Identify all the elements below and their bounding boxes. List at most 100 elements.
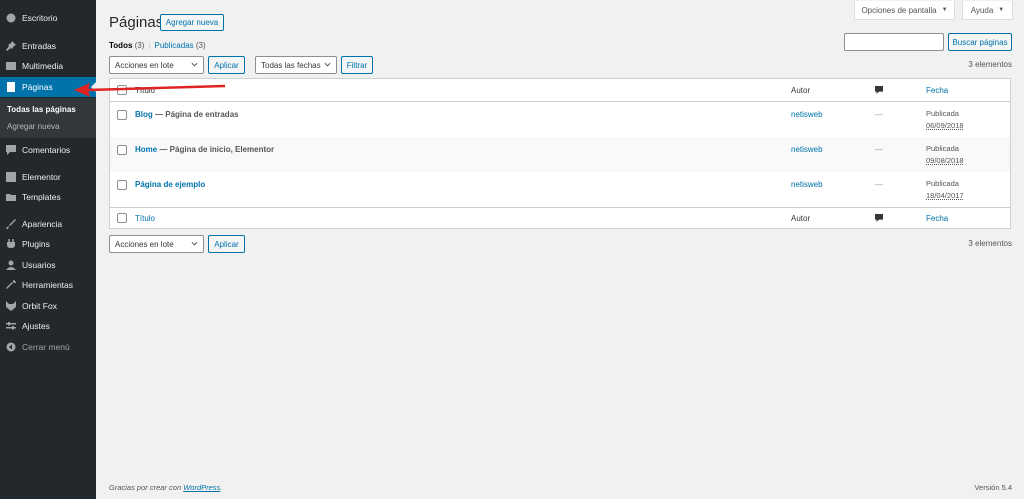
menu-multimedia[interactable]: Multimedia bbox=[0, 56, 96, 76]
row-comments: — bbox=[875, 110, 883, 119]
chevron-down-icon bbox=[191, 62, 198, 67]
search-input[interactable] bbox=[844, 33, 944, 51]
menu-label: Entradas bbox=[22, 41, 57, 51]
column-title-footer[interactable]: Título bbox=[135, 214, 155, 223]
row-date: 09/08/2018 bbox=[926, 156, 964, 165]
help-label: Ayuda bbox=[970, 5, 994, 15]
filter-all-count: (3) bbox=[134, 41, 145, 50]
collapse-icon bbox=[6, 342, 16, 352]
bulk-actions-value: Acciones en lote bbox=[115, 239, 174, 249]
caret-down-icon: ▼ bbox=[941, 7, 948, 13]
user-icon bbox=[6, 260, 16, 270]
menu-label: Ajustes bbox=[22, 321, 50, 331]
apply-button-top[interactable]: Aplicar bbox=[208, 56, 245, 74]
dashboard-icon bbox=[6, 13, 16, 23]
filter-button[interactable]: Filtrar bbox=[341, 56, 373, 74]
menu-apariencia[interactable]: Apariencia bbox=[0, 214, 96, 234]
filter-separator: | bbox=[148, 41, 151, 50]
menu-templates[interactable]: Templates bbox=[0, 187, 96, 207]
main-content: Opciones de pantalla ▼ Ayuda ▼ Páginas Agr… bbox=[96, 0, 1024, 499]
row-checkbox[interactable] bbox=[117, 110, 127, 120]
apply-button-bottom[interactable]: Aplicar bbox=[208, 235, 245, 253]
filter-published[interactable]: Publicadas (3) bbox=[155, 41, 206, 50]
row-checkbox[interactable] bbox=[117, 180, 127, 190]
search-pages-button[interactable]: Buscar páginas bbox=[948, 33, 1012, 51]
row-author-link[interactable]: netisweb bbox=[791, 145, 823, 154]
table-row: Home — Página de inicio, Elementor netis… bbox=[110, 137, 1010, 172]
row-author-link[interactable]: netisweb bbox=[791, 180, 823, 189]
menu-entradas[interactable]: Entradas bbox=[0, 36, 96, 56]
row-title-link[interactable]: Blog bbox=[135, 110, 153, 119]
brush-icon bbox=[6, 219, 16, 229]
menu-ajustes[interactable]: Ajustes bbox=[0, 316, 96, 336]
items-count-bottom: 3 elementos bbox=[968, 239, 1012, 248]
help-button[interactable]: Ayuda ▼ bbox=[962, 1, 1013, 20]
filter-all[interactable]: Todos (3) bbox=[109, 41, 144, 50]
menu-escritorio[interactable]: Escritorio bbox=[0, 8, 96, 28]
items-count-top: 3 elementos bbox=[968, 60, 1012, 69]
admin-sidebar: Escritorio Entradas Multimedia Páginas T… bbox=[0, 0, 96, 499]
menu-label: Orbit Fox bbox=[22, 301, 57, 311]
footer-thanks-text: Gracias por crear con bbox=[109, 483, 184, 492]
row-date: 06/09/2018 bbox=[926, 121, 964, 130]
table-row: Página de ejemplo netisweb — Publicada 1… bbox=[110, 172, 1010, 207]
row-title: Blog — Página de entradas bbox=[135, 110, 239, 119]
filter-all-label: Todos bbox=[109, 41, 133, 50]
menu-plugins[interactable]: Plugins bbox=[0, 234, 96, 254]
fox-icon bbox=[6, 301, 16, 311]
submenu-todas-las-paginas[interactable]: Todas las páginas bbox=[7, 105, 76, 114]
row-status: Publicada bbox=[926, 179, 959, 188]
menu-label: Usuarios bbox=[22, 260, 56, 270]
row-comments: — bbox=[875, 145, 883, 154]
paginas-submenu: Todas las páginas Agregar nueva bbox=[0, 98, 96, 138]
add-new-button[interactable]: Agregar nueva bbox=[160, 14, 224, 31]
menu-comentarios[interactable]: Comentarios bbox=[0, 140, 96, 160]
annotation-arrow bbox=[74, 83, 226, 97]
row-title-link[interactable]: Página de ejemplo bbox=[135, 180, 205, 189]
menu-elementor[interactable]: Elementor bbox=[0, 167, 96, 187]
column-date-footer[interactable]: Fecha bbox=[926, 214, 948, 223]
row-author-link[interactable]: netisweb bbox=[791, 110, 823, 119]
column-date[interactable]: Fecha bbox=[926, 86, 948, 95]
wordpress-link[interactable]: WordPress bbox=[183, 483, 220, 492]
row-title-state: — Página de inicio, Elementor bbox=[157, 145, 275, 154]
menu-label: Herramientas bbox=[22, 280, 74, 290]
menu-cerrar[interactable]: Cerrar menú bbox=[0, 337, 96, 357]
dates-select[interactable]: Todas las fechas bbox=[255, 56, 337, 74]
menu-label: Apariencia bbox=[22, 219, 63, 229]
menu-label: Comentarios bbox=[22, 145, 71, 155]
column-author-footer: Autor bbox=[791, 214, 811, 223]
submenu-agregar-nueva[interactable]: Agregar nueva bbox=[7, 122, 59, 131]
menu-usuarios[interactable]: Usuarios bbox=[0, 255, 96, 275]
row-comments: — bbox=[875, 180, 883, 189]
page-icon bbox=[6, 82, 16, 92]
plugin-icon bbox=[6, 239, 16, 249]
select-all-checkbox-footer[interactable] bbox=[117, 213, 127, 223]
status-filter-links: Todos (3) | Publicadas (3) bbox=[109, 41, 206, 50]
dates-value: Todas las fechas bbox=[261, 60, 321, 70]
menu-label: Elementor bbox=[22, 172, 61, 182]
table-row: Blog — Página de entradas netisweb — Pub… bbox=[110, 102, 1010, 137]
pin-icon bbox=[6, 41, 16, 51]
footer-version: Versión 5.4 bbox=[974, 483, 1012, 492]
menu-herramientas[interactable]: Herramientas bbox=[0, 275, 96, 295]
row-title-state: — Página de entradas bbox=[152, 110, 239, 119]
row-checkbox[interactable] bbox=[117, 145, 127, 155]
chevron-down-icon bbox=[324, 62, 331, 67]
comment-icon bbox=[6, 145, 16, 155]
settings-icon bbox=[6, 321, 16, 331]
bulk-actions-select[interactable]: Acciones en lote bbox=[109, 56, 204, 74]
media-icon bbox=[6, 61, 16, 71]
row-title-link[interactable]: Home bbox=[135, 145, 157, 154]
caret-down-icon: ▼ bbox=[998, 7, 1005, 13]
bulk-actions-select-bottom[interactable]: Acciones en lote bbox=[109, 235, 204, 253]
table-header: Título Autor Fecha bbox=[110, 79, 1010, 102]
comments-column-icon[interactable] bbox=[875, 214, 883, 222]
row-status: Publicada bbox=[926, 144, 959, 153]
screen-options-button[interactable]: Opciones de pantalla ▼ bbox=[854, 1, 955, 20]
menu-label: Templates bbox=[22, 192, 61, 202]
bulk-actions-value: Acciones en lote bbox=[115, 60, 174, 70]
comments-column-icon[interactable] bbox=[875, 86, 883, 94]
footer-thanks: Gracias por crear con WordPress. bbox=[109, 483, 222, 492]
menu-orbit-fox[interactable]: Orbit Fox bbox=[0, 296, 96, 316]
